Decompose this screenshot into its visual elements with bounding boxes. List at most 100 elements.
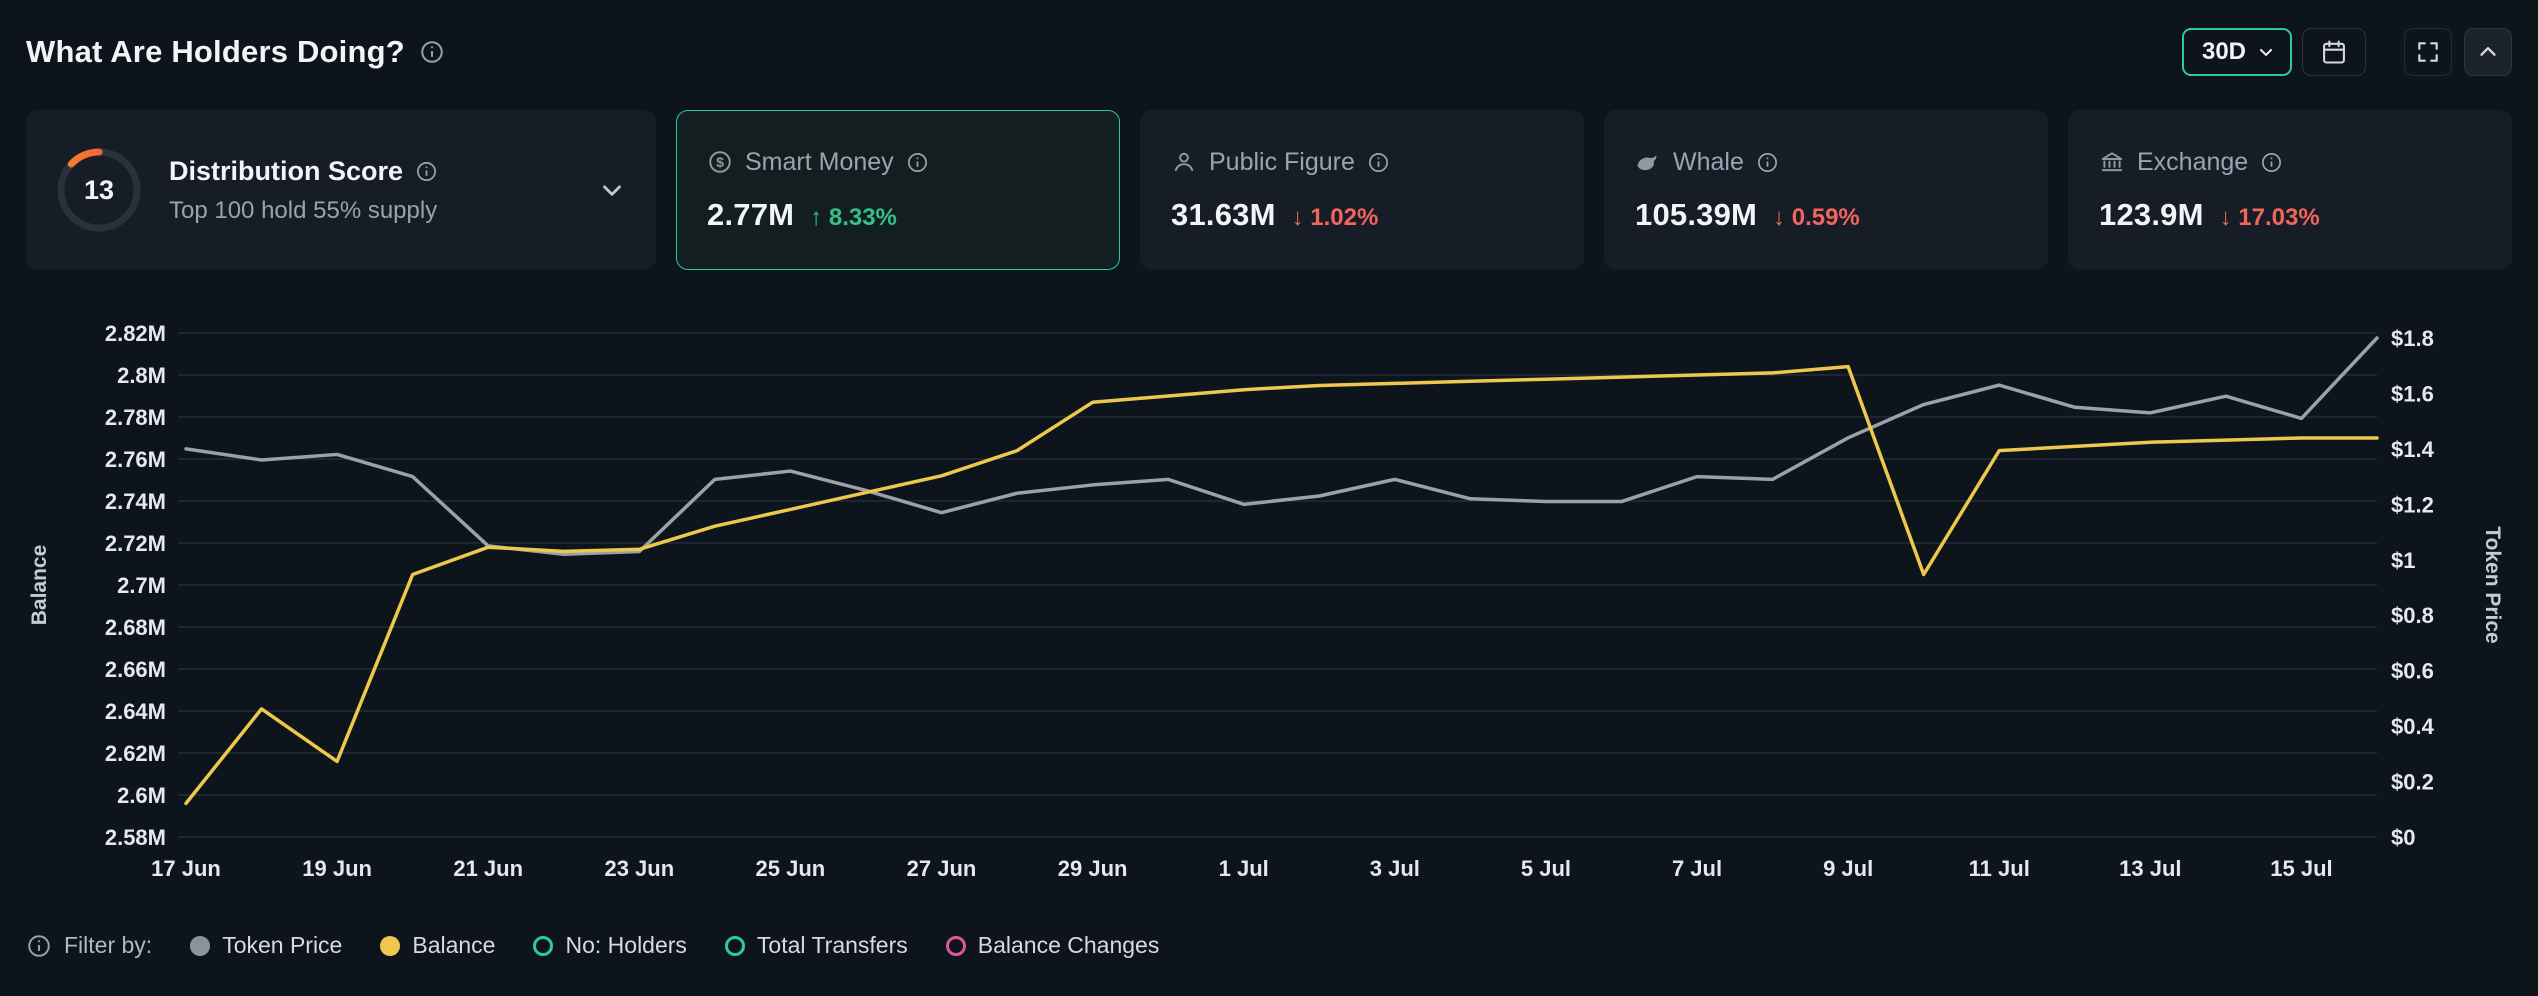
- distribution-score-value: 13: [55, 146, 143, 234]
- svg-text:2.78M: 2.78M: [105, 405, 166, 430]
- svg-text:2.66M: 2.66M: [105, 657, 166, 682]
- svg-text:2.82M: 2.82M: [105, 321, 166, 346]
- svg-text:7 Jul: 7 Jul: [1672, 856, 1722, 881]
- legend-label: Balance Changes: [978, 932, 1160, 959]
- svg-text:2.72M: 2.72M: [105, 531, 166, 556]
- metric-card-exchange[interactable]: Exchange 123.9M ↓ 17.03%: [2068, 110, 2512, 270]
- header-controls: 30D: [2182, 28, 2512, 76]
- time-range-value: 30D: [2202, 38, 2246, 66]
- legend-label: Token Price: [222, 932, 342, 959]
- left-axis-title: Balance: [28, 545, 51, 626]
- distribution-score-title: Distribution Score: [169, 156, 403, 187]
- svg-text:27 Jun: 27 Jun: [907, 856, 977, 881]
- metric-change: ↓ 1.02%: [1292, 204, 1379, 232]
- svg-text:2.76M: 2.76M: [105, 447, 166, 472]
- metric-card-public-figure[interactable]: Public Figure 31.63M ↓ 1.02%: [1140, 110, 1584, 270]
- svg-text:1 Jul: 1 Jul: [1219, 856, 1269, 881]
- svg-text:$1.2: $1.2: [2391, 492, 2434, 517]
- svg-text:23 Jun: 23 Jun: [604, 856, 674, 881]
- svg-text:19 Jun: 19 Jun: [302, 856, 372, 881]
- metric-label: Exchange: [2137, 148, 2248, 177]
- collapse-button[interactable]: [2464, 28, 2512, 76]
- svg-text:3 Jul: 3 Jul: [1370, 856, 1420, 881]
- metric-change: ↑ 8.33%: [810, 204, 897, 232]
- svg-text:11 Jul: 11 Jul: [1969, 856, 2030, 881]
- holder-cards-row: 13 Distribution Score Top 100 hold 55% s…: [26, 110, 2512, 270]
- fullscreen-button[interactable]: [2404, 28, 2452, 76]
- svg-text:15 Jul: 15 Jul: [2270, 856, 2332, 881]
- info-icon[interactable]: [1367, 151, 1390, 174]
- legend-dot: [190, 936, 210, 956]
- grid-lines: [178, 333, 2377, 837]
- svg-text:2.68M: 2.68M: [105, 615, 166, 640]
- svg-text:17 Jun: 17 Jun: [151, 856, 221, 881]
- holders-chart[interactable]: 2.58M2.6M2.62M2.64M2.66M2.68M2.7M2.72M2.…: [0, 304, 2538, 890]
- legend-dot: [533, 936, 553, 956]
- svg-text:$1.4: $1.4: [2391, 437, 2435, 462]
- chevron-down-icon[interactable]: [597, 175, 627, 205]
- svg-text:2.6M: 2.6M: [117, 783, 166, 808]
- title-info-icon[interactable]: [419, 39, 445, 65]
- fullscreen-icon: [2415, 39, 2441, 65]
- metric-change: ↓ 0.59%: [1773, 204, 1860, 232]
- info-icon[interactable]: [906, 151, 929, 174]
- legend-label: Total Transfers: [757, 932, 908, 959]
- chart-canvas[interactable]: 2.58M2.6M2.62M2.64M2.66M2.68M2.7M2.72M2.…: [0, 304, 2538, 890]
- public-figure-icon: [1171, 149, 1197, 175]
- distribution-score-subtitle: Top 100 hold 55% supply: [169, 197, 438, 225]
- smart-money-icon: $: [707, 149, 733, 175]
- chevron-down-icon: [2256, 42, 2276, 62]
- legend-label: No: Holders: [565, 932, 686, 959]
- svg-text:$1.8: $1.8: [2391, 326, 2434, 351]
- metric-value: 105.39M: [1635, 197, 1757, 233]
- svg-text:$1.6: $1.6: [2391, 381, 2434, 406]
- svg-text:2.62M: 2.62M: [105, 741, 166, 766]
- svg-text:$1: $1: [2391, 548, 2415, 573]
- token-price-line[interactable]: [186, 338, 2377, 554]
- filter-info-icon[interactable]: [26, 933, 52, 959]
- legend-item-token-price[interactable]: Token Price: [190, 932, 342, 959]
- svg-text:9 Jul: 9 Jul: [1823, 856, 1873, 881]
- calendar-icon: [2320, 38, 2348, 66]
- calendar-button[interactable]: [2302, 28, 2366, 76]
- svg-text:5 Jul: 5 Jul: [1521, 856, 1571, 881]
- right-axis-ticks: $0$0.2$0.4$0.6$0.8$1$1.2$1.4$1.6$1.8: [2391, 326, 2435, 850]
- metric-value: 2.77M: [707, 197, 794, 233]
- info-icon[interactable]: [2260, 151, 2283, 174]
- legend-dot: [946, 936, 966, 956]
- metric-value: 123.9M: [2099, 197, 2204, 233]
- chevron-up-icon: [2475, 39, 2501, 65]
- metric-card-smart-money[interactable]: $ Smart Money 2.77M ↑ 8.33%: [676, 110, 1120, 270]
- svg-text:13 Jul: 13 Jul: [2119, 856, 2181, 881]
- time-range-dropdown[interactable]: 30D: [2182, 28, 2292, 76]
- svg-text:$0.2: $0.2: [2391, 770, 2434, 795]
- metric-label: Smart Money: [745, 148, 894, 177]
- svg-text:2.7M: 2.7M: [117, 573, 166, 598]
- metric-card-whale[interactable]: Whale 105.39M ↓ 0.59%: [1604, 110, 2048, 270]
- legend-item-no-holders[interactable]: No: Holders: [533, 932, 686, 959]
- legend-item-balance-changes[interactable]: Balance Changes: [946, 932, 1160, 959]
- metric-label: Public Figure: [1209, 148, 1355, 177]
- svg-text:$0.4: $0.4: [2391, 714, 2435, 739]
- legend-item-total-transfers[interactable]: Total Transfers: [725, 932, 908, 959]
- svg-text:$: $: [716, 154, 724, 170]
- metric-value: 31.63M: [1171, 197, 1276, 233]
- svg-text:2.74M: 2.74M: [105, 489, 166, 514]
- left-axis-ticks: 2.58M2.6M2.62M2.64M2.66M2.68M2.7M2.72M2.…: [105, 321, 166, 850]
- distribution-score-gauge: 13: [55, 146, 143, 234]
- info-icon[interactable]: [1756, 151, 1779, 174]
- legend-dot: [380, 936, 400, 956]
- svg-text:25 Jun: 25 Jun: [756, 856, 826, 881]
- svg-text:2.58M: 2.58M: [105, 825, 166, 850]
- legend-dot: [725, 936, 745, 956]
- filter-by-label: Filter by:: [64, 932, 152, 959]
- legend-label: Balance: [412, 932, 495, 959]
- svg-text:29 Jun: 29 Jun: [1058, 856, 1128, 881]
- info-icon[interactable]: [415, 160, 438, 183]
- distribution-score-card[interactable]: 13 Distribution Score Top 100 hold 55% s…: [26, 110, 656, 270]
- panel-header: What Are Holders Doing? 30D: [0, 0, 2538, 80]
- legend-item-balance[interactable]: Balance: [380, 932, 495, 959]
- whale-icon: [1635, 149, 1661, 175]
- chart-legend: Filter by: Token Price Balance No: Holde…: [26, 932, 2512, 959]
- svg-text:21 Jun: 21 Jun: [453, 856, 523, 881]
